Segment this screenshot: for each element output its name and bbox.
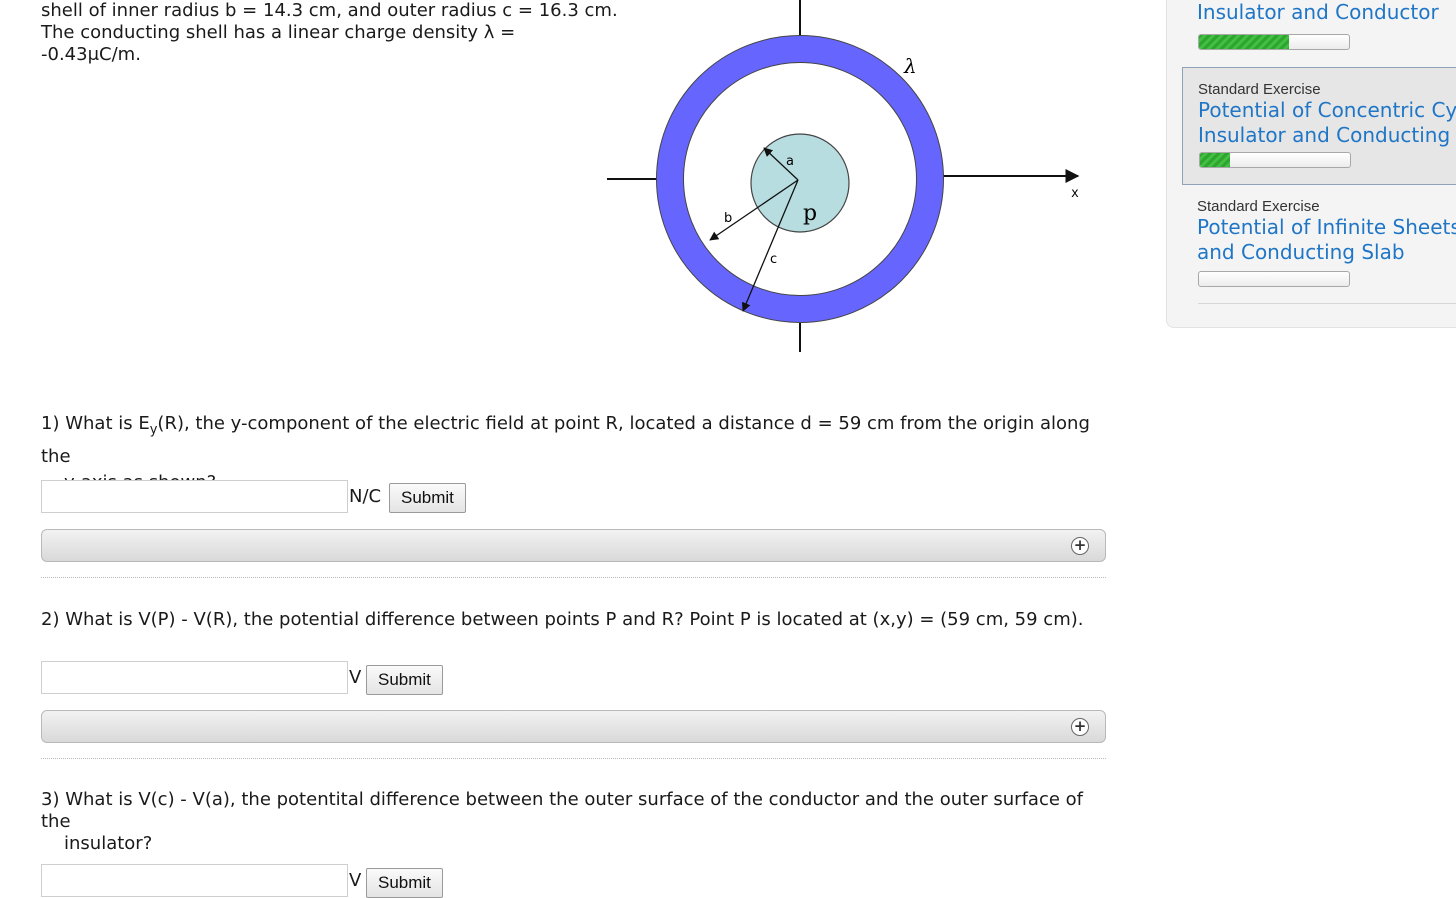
progress-bar (1198, 271, 1350, 287)
label-b: b (724, 211, 732, 226)
answer-input-3[interactable] (41, 864, 348, 897)
problem-line: The conducting shell has a linear charge… (41, 22, 516, 43)
hint-bar-2[interactable]: + (41, 710, 1106, 743)
question-3: 3) What is V(c) - V(a), the potentital d… (41, 789, 1111, 855)
sidebar-item-type: Standard Exercise (1198, 81, 1321, 98)
expand-plus-icon[interactable]: + (1071, 718, 1089, 736)
progress-fill (1200, 153, 1230, 167)
answer-input-2[interactable] (41, 661, 348, 694)
question-2: 2) What is V(P) - V(R), the potential di… (41, 607, 1111, 633)
question-number: 3) (41, 789, 60, 810)
question-1-text: 1) What is Ey(R), the y-component of the… (41, 411, 1111, 470)
answer-input-1[interactable] (41, 480, 348, 513)
submit-button-2[interactable]: Submit (366, 665, 443, 695)
label-a: a (786, 154, 794, 169)
divider (41, 577, 1106, 578)
unit-label-2: V (349, 667, 362, 688)
hint-bar-1[interactable]: + (41, 529, 1106, 562)
sidebar-item-insulator-conductor[interactable]: Insulator and Conductor (1182, 0, 1456, 60)
sidebar-item-type: Standard Exercise (1197, 198, 1320, 215)
problem-line: -0.43μC/m. (41, 44, 141, 65)
question-3-text: 3) What is V(c) - V(a), the potentital d… (41, 789, 1111, 833)
question-text: What is E (65, 413, 150, 434)
question-text: What is V(c) - V(a), the potentital diff… (41, 789, 1083, 832)
problem-statement: shell of inner radius b = 14.3 cm, and o… (41, 0, 621, 66)
question-text: What is V(P) - V(R), the potential diffe… (65, 609, 1084, 630)
expand-plus-icon[interactable]: + (1071, 537, 1089, 555)
label-p: p (803, 201, 817, 226)
label-c: c (770, 252, 777, 267)
sidebar-item-title[interactable]: Insulator and Conductor (1197, 0, 1456, 25)
insulator-cylinder (750, 133, 850, 233)
problem-line: shell of inner radius b = 14.3 cm, and o… (41, 0, 618, 21)
progress-bar (1198, 34, 1350, 50)
sidebar-item-concentric-cylinder[interactable]: Standard Exercise Potential of Concentri… (1182, 67, 1456, 185)
unit-label-3: V (349, 870, 362, 891)
sidebar-item-title[interactable]: Potential of Infinite Sheets (1197, 215, 1456, 240)
sidebar-divider (1198, 303, 1456, 304)
submit-button-3[interactable]: Submit (366, 868, 443, 898)
question-number: 2) (41, 609, 60, 630)
sidebar-item-infinite-sheets[interactable]: Standard Exercise Potential of Infinite … (1182, 185, 1456, 305)
lambda-label: λ (903, 54, 917, 78)
divider (41, 758, 1106, 759)
unit-label-1: N/C (349, 486, 382, 507)
question-2-text: 2) What is V(P) - V(R), the potential di… (41, 607, 1111, 633)
label-x: x (1071, 186, 1079, 201)
concentric-cylinder-diagram: λ a b c p x (607, 0, 1080, 352)
sidebar-item-title[interactable]: Insulator and Conducting S (1198, 123, 1456, 148)
sidebar-item-title[interactable]: Potential of Concentric Cy (1198, 98, 1456, 123)
progress-bar (1199, 152, 1351, 168)
question-text-continued: (R), the y-component of the electric fie… (41, 413, 1090, 467)
question-3-continuation: insulator? (64, 833, 153, 854)
submit-button-1[interactable]: Submit (389, 483, 466, 513)
sidebar-item-title[interactable]: and Conducting Slab (1197, 240, 1456, 265)
progress-fill (1199, 35, 1289, 49)
question-number: 1) (41, 413, 60, 434)
